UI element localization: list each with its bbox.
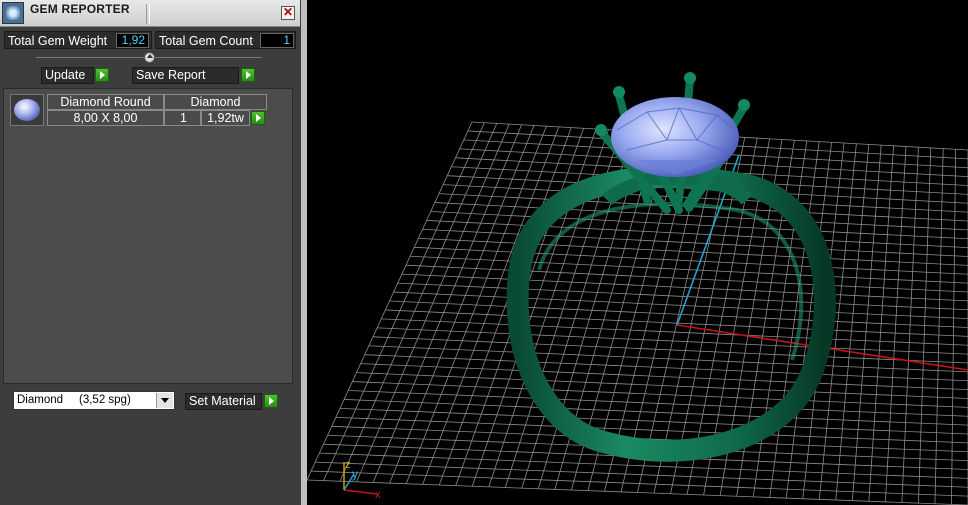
gem-list (3, 88, 293, 384)
x-axis-label: x (375, 489, 381, 501)
update-button[interactable]: Update (41, 67, 94, 84)
chevron-down-icon[interactable] (156, 393, 173, 408)
gem-reporter-panel: GEM REPORTER ✕ Total Gem Weight 1,92 Tot… (0, 0, 302, 505)
3d-viewport[interactable]: z y x (307, 0, 968, 505)
gem-shape-header: Diamond Round (47, 94, 164, 110)
window-title: GEM REPORTER (30, 2, 130, 16)
title-bar: GEM REPORTER ✕ (0, 0, 300, 27)
gem-row-go-icon[interactable] (251, 111, 265, 125)
save-report-button[interactable]: Save Report (132, 67, 239, 84)
axis-triad: z y x (343, 459, 381, 501)
gem-reporter-icon (2, 2, 24, 24)
total-gem-count-label: Total Gem Count (159, 34, 253, 48)
diamond-model (611, 97, 739, 177)
title-separator (146, 4, 150, 24)
z-axis-label: z (345, 459, 351, 471)
collapse-toggle-icon[interactable] (144, 52, 155, 63)
material-select[interactable]: Diamond (3,52 spg) (13, 391, 175, 410)
save-report-go-icon[interactable] (241, 68, 255, 82)
gem-weight-cell: 1,92tw (201, 110, 250, 126)
y-axis-label: y (352, 467, 358, 481)
update-go-icon[interactable] (95, 68, 109, 82)
set-material-button[interactable]: Set Material (185, 393, 262, 410)
gem-count-cell: 1 (164, 110, 201, 126)
total-gem-weight-label: Total Gem Weight (8, 34, 108, 48)
total-gem-count-value: 1 (260, 33, 294, 48)
total-gem-weight-value: 1,92 (116, 33, 149, 48)
gem-size-cell: 8,00 X 8,00 (47, 110, 164, 126)
set-material-go-icon[interactable] (264, 394, 278, 408)
viewport-scene: z y x (307, 72, 968, 505)
gem-material-header: Diamond (164, 94, 267, 110)
round-diamond-icon[interactable] (10, 94, 44, 126)
close-icon[interactable]: ✕ (281, 6, 295, 20)
